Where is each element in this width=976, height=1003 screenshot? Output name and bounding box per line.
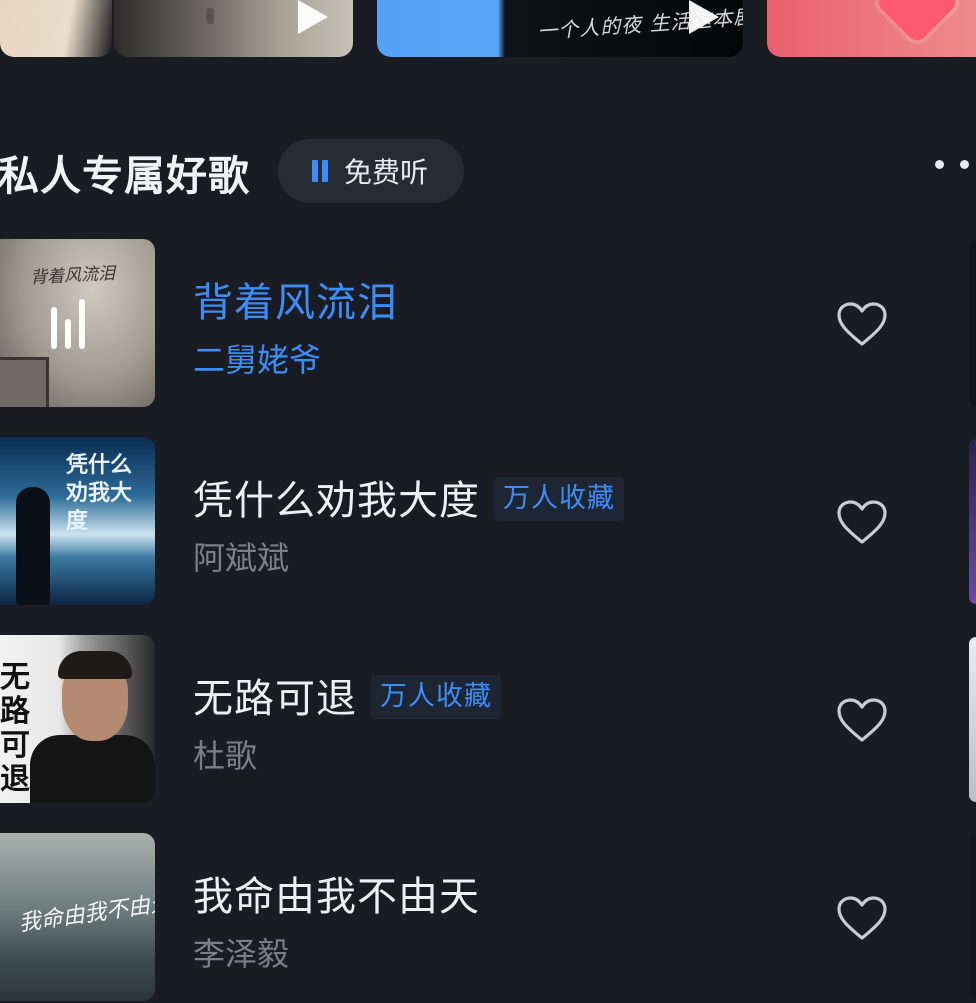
song-title[interactable]: 背着风流泪	[193, 270, 398, 328]
next-column-edge	[969, 439, 976, 604]
song-artist[interactable]: 李泽毅	[193, 929, 289, 975]
song-artist[interactable]: 杜歌	[193, 731, 257, 777]
card-figure	[206, 8, 214, 24]
next-column-edge	[969, 241, 976, 406]
free-listen-button[interactable]: 免费听	[278, 139, 464, 203]
album-cover[interactable]: 无路可退	[0, 635, 155, 803]
recommend-card-4[interactable]	[767, 0, 976, 57]
heart-icon[interactable]	[836, 697, 888, 743]
song-artist[interactable]: 阿斌斌	[193, 533, 289, 579]
free-listen-label: 免费听	[344, 156, 429, 189]
next-column-edge	[969, 835, 976, 1000]
album-cover[interactable]: 凭什么劝我大度	[0, 437, 155, 605]
album-cover[interactable]: 背着风流泪	[0, 239, 155, 407]
section-title: 私人专属好歌	[0, 152, 250, 200]
collect-badge: 万人收藏	[494, 477, 624, 521]
song-title-text: 我命由我不由天	[193, 874, 480, 920]
song-artist[interactable]: 二舅姥爷	[193, 335, 321, 381]
cover-figure-art	[16, 487, 50, 605]
song-row[interactable]: 无路可退 无路可退 万人收藏 杜歌	[0, 635, 976, 805]
heart-art-icon	[874, 0, 960, 45]
song-title[interactable]: 无路可退 万人收藏	[193, 666, 501, 724]
equalizer-icon	[51, 297, 91, 349]
play-icon[interactable]	[298, 0, 328, 34]
song-title-text: 凭什么劝我大度	[193, 478, 480, 524]
cover-hair-art	[58, 651, 132, 679]
cover-title-art: 我命由我不由天	[17, 890, 155, 937]
song-title-text: 背着风流泪	[193, 280, 398, 326]
cover-title-art: 无路可退	[0, 660, 30, 797]
song-title[interactable]: 我命由我不由天	[193, 864, 480, 922]
song-row[interactable]: 凭什么劝我大度 凭什么劝我大度 万人收藏 阿斌斌	[0, 437, 976, 607]
recommend-card-3[interactable]: 一个人的夜 生活这本剧	[377, 0, 743, 57]
heart-icon[interactable]	[836, 499, 888, 545]
cover-door-art	[0, 357, 49, 407]
heart-icon[interactable]	[836, 301, 888, 347]
heart-icon[interactable]	[836, 895, 888, 941]
more-dots-icon[interactable]	[935, 160, 969, 169]
song-title-text: 无路可退	[193, 676, 357, 722]
song-row[interactable]: 我命由我不由天 我命由我不由天 李泽毅	[0, 833, 976, 1003]
cover-title-art: 凭什么劝我大度	[66, 452, 133, 534]
cover-title-art: 背着风流泪	[29, 263, 116, 289]
play-icon[interactable]	[689, 0, 719, 34]
next-column-edge	[969, 637, 976, 802]
song-row[interactable]: 背着风流泪 背着风流泪 二舅姥爷	[0, 239, 976, 409]
collect-badge: 万人收藏	[371, 675, 501, 719]
song-title[interactable]: 凭什么劝我大度 万人收藏	[193, 468, 624, 526]
recommend-card-2[interactable]	[114, 0, 353, 57]
recommend-card-1[interactable]	[0, 0, 112, 57]
pause-icon	[312, 160, 328, 182]
